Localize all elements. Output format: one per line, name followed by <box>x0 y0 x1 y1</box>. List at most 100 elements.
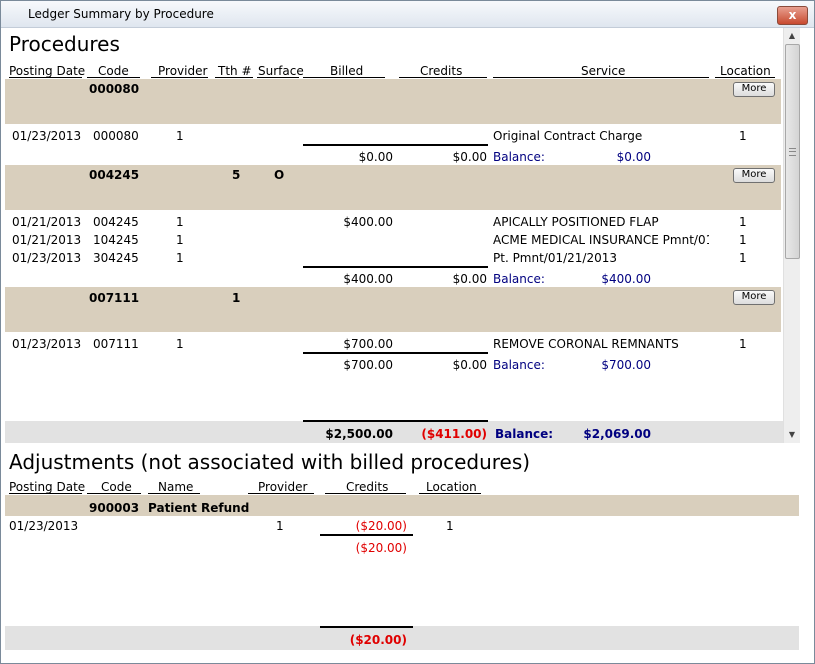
col-underline <box>715 77 775 78</box>
row-date: 01/23/2013 <box>12 337 82 351</box>
subtotal-credits: $0.00 <box>452 358 487 372</box>
balance-value: $700.00 <box>601 358 651 372</box>
row-provider: 1 <box>176 129 184 143</box>
group-surface: O <box>274 168 285 182</box>
adj-col-code: Code <box>101 480 132 494</box>
subtotal-line <box>303 144 488 146</box>
col-underline <box>87 77 140 78</box>
row-billed: $700.00 <box>343 337 393 351</box>
group-code: 000080 <box>89 82 140 96</box>
adj-col-provider: Provider <box>258 480 308 494</box>
balance-label: Balance: <box>493 150 545 164</box>
more-button[interactable]: More <box>733 168 775 183</box>
row-provider: 1 <box>176 215 184 229</box>
row-provider: 1 <box>176 251 184 265</box>
balance-label: Balance: <box>493 272 545 286</box>
row-code: 000080 <box>93 129 139 143</box>
subtotal-credits: $0.00 <box>452 150 487 164</box>
col-underline <box>151 77 208 78</box>
col-underline <box>248 493 314 494</box>
total-balance-value: $2,069.00 <box>583 427 651 441</box>
subtotal-line <box>303 266 488 268</box>
col-location: Location <box>720 64 771 78</box>
col-underline <box>87 493 141 494</box>
row-location: 1 <box>739 129 747 143</box>
col-underline <box>9 77 82 78</box>
adj-row-location: 1 <box>446 519 454 533</box>
adj-col-posting-date: Posting Date <box>9 480 86 494</box>
col-service: Service <box>581 64 626 78</box>
col-underline <box>303 77 385 78</box>
scroll-down-arrow-icon[interactable]: ▼ <box>784 427 800 443</box>
row-code: 104245 <box>93 233 139 247</box>
col-surface: Surface <box>258 64 304 78</box>
col-underline <box>215 77 253 78</box>
total-balance-label: Balance: <box>495 427 554 441</box>
balance-value: $400.00 <box>601 272 651 286</box>
row-location: 1 <box>739 337 747 351</box>
adj-col-location: Location <box>426 480 477 494</box>
adj-subtotal-line <box>320 534 413 536</box>
row-service: ACME MEDICAL INSURANCE Pmnt/01/2 <box>493 233 709 247</box>
grip-icon <box>789 148 796 156</box>
adj-group-name: Patient Refund <box>148 501 250 515</box>
col-underline <box>419 493 481 494</box>
procedures-total-band <box>5 421 783 443</box>
group-code: 004245 <box>89 168 140 182</box>
row-provider: 1 <box>176 233 184 247</box>
window-title: Ledger Summary by Procedure <box>28 7 214 21</box>
adj-col-name: Name <box>158 480 194 494</box>
adj-col-credits: Credits <box>346 480 389 494</box>
subtotal-line <box>303 352 488 354</box>
col-underline <box>148 493 200 494</box>
col-provider: Provider <box>158 64 208 78</box>
row-service: REMOVE CORONAL REMNANTS <box>493 337 679 351</box>
ledger-window: Ledger Summary by Procedure x Procedures… <box>0 0 815 664</box>
row-date: 01/23/2013 <box>12 129 82 143</box>
row-service: Pt. Pmnt/01/21/2013 <box>493 251 618 265</box>
adjustments-title: Adjustments (not associated with billed … <box>9 450 531 474</box>
title-bar[interactable]: Ledger Summary by Procedure x <box>1 1 814 28</box>
adj-subtotal-credits: ($20.00) <box>355 541 407 555</box>
row-date: 01/21/2013 <box>12 215 82 229</box>
adj-group-code: 900003 <box>89 501 140 515</box>
procedures-title: Procedures <box>9 32 120 56</box>
row-code: 004245 <box>93 215 139 229</box>
row-code: 304245 <box>93 251 139 265</box>
scroll-up-arrow-icon[interactable]: ▲ <box>784 28 800 44</box>
adj-row-date: 01/23/2013 <box>9 519 79 533</box>
row-location: 1 <box>739 233 747 247</box>
row-date: 01/23/2013 <box>12 251 82 265</box>
col-underline <box>257 77 299 78</box>
row-service: Original Contract Charge <box>493 129 643 143</box>
row-provider: 1 <box>176 337 184 351</box>
row-location: 1 <box>739 251 747 265</box>
group-tooth: 1 <box>232 291 241 305</box>
col-underline <box>493 77 709 78</box>
adj-total-line <box>320 626 413 628</box>
balance-label: Balance: <box>493 358 545 372</box>
subtotal-billed: $400.00 <box>343 272 393 286</box>
adj-row-provider: 1 <box>276 519 284 533</box>
subtotal-billed: $700.00 <box>343 358 393 372</box>
col-billed: Billed <box>330 64 364 78</box>
total-billed: $2,500.00 <box>325 427 393 441</box>
col-credits: Credits <box>420 64 463 78</box>
row-billed: $400.00 <box>343 215 393 229</box>
subtotal-credits: $0.00 <box>452 272 487 286</box>
procedures-scrollbar[interactable]: ▲ ▼ <box>783 28 800 443</box>
total-credits: ($411.00) <box>421 427 487 441</box>
row-code: 007111 <box>93 337 139 351</box>
more-button[interactable]: More <box>733 82 775 97</box>
scroll-thumb[interactable] <box>785 44 800 259</box>
more-button[interactable]: More <box>733 290 775 305</box>
col-posting-date: Posting Date <box>9 64 86 78</box>
col-tooth: Tth # <box>218 64 252 78</box>
close-button[interactable]: x <box>777 6 808 25</box>
col-underline <box>399 77 487 78</box>
total-line <box>303 420 488 422</box>
row-date: 01/21/2013 <box>12 233 82 247</box>
group-code: 007111 <box>89 291 140 305</box>
group-tooth: 5 <box>232 168 241 182</box>
subtotal-billed: $0.00 <box>358 150 393 164</box>
